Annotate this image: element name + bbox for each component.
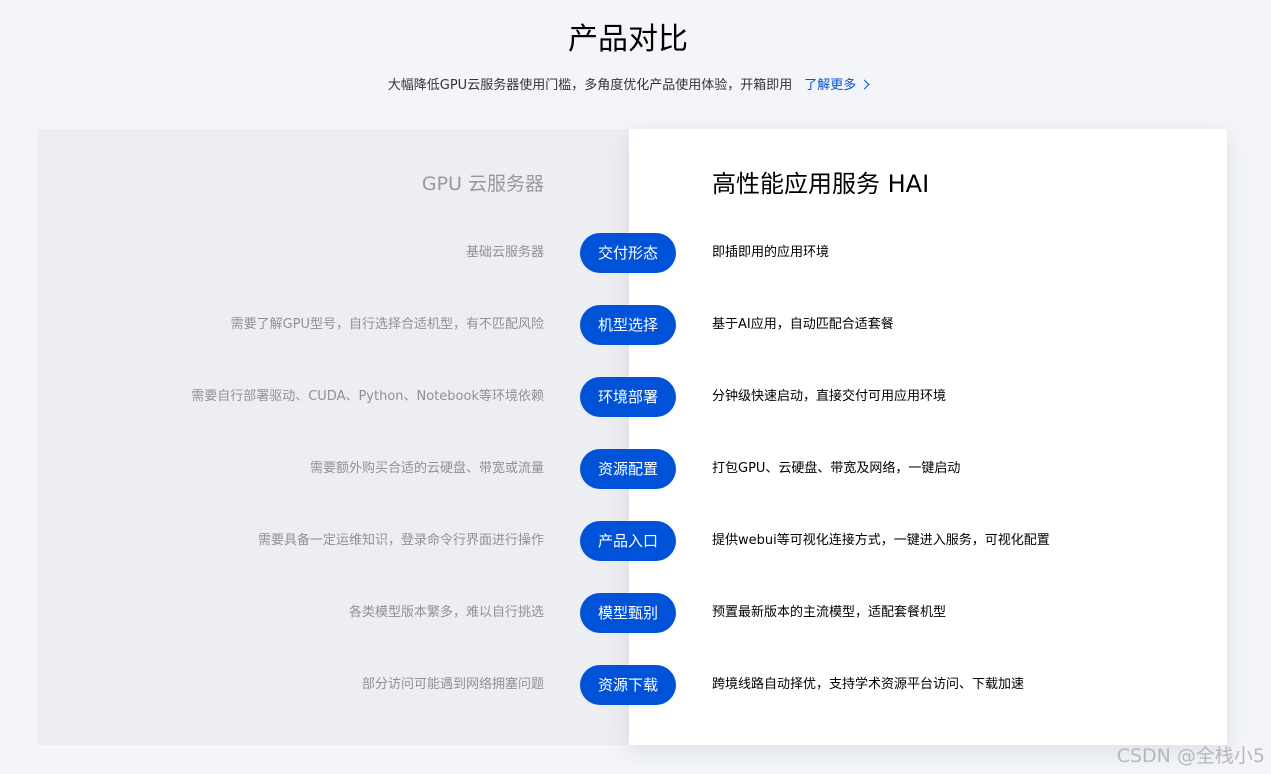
gpu-server-value: 需要了解GPU型号，自行选择合适机型，有不匹配风险 (230, 317, 544, 332)
feature-pill: 产品入口 (580, 521, 676, 561)
hai-value: 分钟级快速启动，直接交付可用应用环境 (712, 389, 947, 404)
hai-value: 提供webui等可视化连接方式，一键进入服务，可视化配置 (712, 533, 1050, 548)
gpu-server-value: 需要额外购买合适的云硬盘、带宽或流量 (309, 461, 544, 476)
hai-value: 即插即用的应用环境 (712, 245, 830, 260)
hai-value: 预置最新版本的主流模型，适配套餐机型 (712, 605, 947, 620)
gpu-server-value: 需要自行部署驱动、CUDA、Python、Notebook等环境依赖 (191, 389, 544, 404)
feature-pill: 环境部署 (580, 377, 676, 417)
hai-value: 跨境线路自动择优，支持学术资源平台访问、下载加速 (712, 677, 1025, 692)
gpu-server-value: 需要具备一定运维知识，登录命令行界面进行操作 (257, 533, 544, 548)
gpu-server-value: 部分访问可能遇到网络拥塞问题 (361, 677, 544, 692)
hai-value: 打包GPU、云硬盘、带宽及网络，一键启动 (712, 461, 961, 476)
comparison-row-model-selection: 需要了解GPU型号，自行选择合适机型，有不匹配风险 机型选择 基于AI应用，自动… (38, 305, 1227, 345)
feature-pill: 资源配置 (580, 449, 676, 489)
comparison-row-resources: 需要额外购买合适的云硬盘、带宽或流量 资源配置 打包GPU、云硬盘、带宽及网络，… (38, 449, 1227, 489)
comparison-row-entry: 需要具备一定运维知识，登录命令行界面进行操作 产品入口 提供webui等可视化连… (38, 521, 1227, 561)
comparison-row-models: 各类模型版本繁多，难以自行挑选 模型甄别 预置最新版本的主流模型，适配套餐机型 (38, 593, 1227, 633)
csdn-watermark: CSDN @全栈小5 (1116, 745, 1265, 767)
learn-more-label: 了解更多 (804, 78, 857, 93)
comparison-row-environment: 需要自行部署驱动、CUDA、Python、Notebook等环境依赖 环境部署 … (38, 377, 1227, 417)
feature-pill: 资源下载 (580, 665, 676, 705)
gpu-server-title: GPU 云服务器 (421, 173, 544, 195)
page-title: 产品对比 (568, 22, 688, 57)
learn-more-link[interactable]: 了解更多 (804, 78, 870, 93)
feature-pill: 机型选择 (580, 305, 676, 345)
hai-title: 高性能应用服务 HAI (712, 170, 930, 198)
hai-value: 基于AI应用，自动匹配合适套餐 (712, 317, 894, 332)
chevron-right-icon (859, 79, 870, 90)
gpu-server-value: 基础云服务器 (465, 245, 544, 260)
comparison-row-delivery: 基础云服务器 交付形态 即插即用的应用环境 (38, 233, 1227, 273)
feature-pill: 交付形态 (580, 233, 676, 273)
gpu-server-value: 各类模型版本繁多，难以自行挑选 (348, 605, 544, 620)
hai-panel: 高性能应用服务 HAI (629, 129, 1227, 745)
subtitle-text: 大幅降低GPU云服务器使用门槛，多角度优化产品使用体验，开箱即用 (387, 78, 793, 93)
comparison-row-download: 部分访问可能遇到网络拥塞问题 资源下载 跨境线路自动择优，支持学术资源平台访问、… (38, 665, 1227, 705)
page-subtitle: 大幅降低GPU云服务器使用门槛，多角度优化产品使用体验，开箱即用 了解更多 (0, 76, 1256, 96)
gpu-server-panel: GPU 云服务器 (38, 129, 629, 745)
feature-pill: 模型甄别 (580, 593, 676, 633)
